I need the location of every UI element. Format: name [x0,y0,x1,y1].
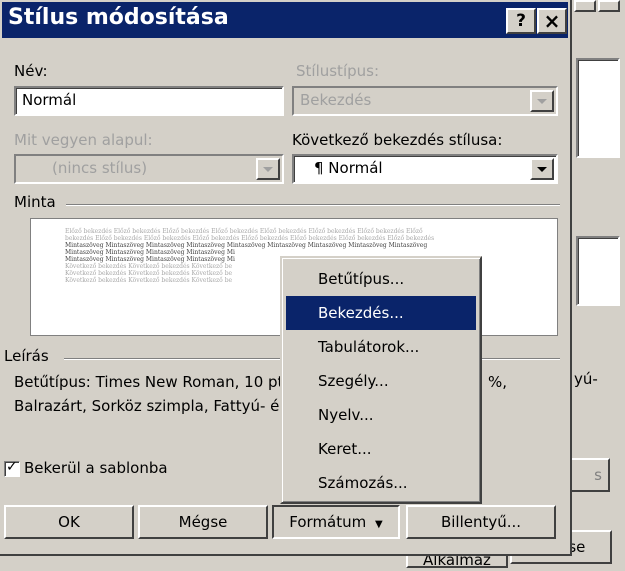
format-label: Formátum [289,513,367,531]
description-line-2: Balrazárt, Sorköz szimpla, Fattyú- é [14,397,280,415]
bg-list-2 [576,236,620,306]
preview-group-line [66,204,560,206]
menu-item-border-label: Szegély... [318,372,389,390]
name-label: Név: [14,62,48,80]
ok-button[interactable]: OK [4,505,134,539]
bg-titlebar-button [574,0,596,12]
check-icon: ✓ [6,459,18,475]
based-on-label: Mit vegyen alapul: [14,131,153,149]
style-type-value: Bekezdés [300,91,372,109]
bg-button-s: s [570,458,610,492]
close-icon: × [543,9,561,33]
next-style-select[interactable]: ¶ Normál [292,154,558,184]
add-to-template-label[interactable]: Bekerül a sablonba [24,459,168,477]
menu-item-language[interactable]: Nyelv... [286,398,476,432]
chevron-down-icon [263,167,273,172]
ok-label: OK [58,513,80,531]
format-menu: Betűtípus... Bekezdés... Tabulátorok... … [280,256,482,504]
name-label-text: Név: [14,62,48,80]
bg-titlebar-close [598,0,620,12]
menu-item-font-label: Betűtípus... [318,270,405,288]
style-type-label: Stílustípus: [296,62,380,80]
chevron-down-icon [537,99,547,104]
shortcut-key-button[interactable]: Billentyű... [406,505,556,539]
bg-button-s-label: s [594,466,602,484]
menu-item-tabs-label: Tabulátorok... [318,338,420,356]
preview-group-label: Minta [14,193,56,211]
help-button[interactable]: ? [506,8,536,34]
based-on-dropdown-button [256,158,280,180]
caret-down-icon: ▼ [375,519,383,530]
based-on-value: (nincs stílus) [52,159,148,177]
style-type-dropdown-button [530,90,554,112]
next-style-dropdown-button[interactable] [530,158,554,180]
menu-item-numbering[interactable]: Számozás... [286,466,476,500]
cancel-label: Mégse [178,513,228,531]
style-type-select: Bekezdés [292,86,558,116]
dialog-title: Stílus módosítása [8,5,229,30]
preview-line: Következő bekezdés Következő bekezdés Kö… [65,277,233,284]
menu-item-numbering-label: Számozás... [318,474,408,492]
format-button[interactable]: Formátum ▼ [272,505,400,539]
title-bar[interactable]: Stílus módosítása ? × [2,2,568,38]
menu-item-frame-label: Keret... [318,440,372,458]
chevron-down-icon [537,167,547,172]
menu-item-tabs[interactable]: Tabulátorok... [286,330,476,364]
shortcut-key-label: Billentyű... [440,513,522,531]
menu-item-border[interactable]: Szegély... [286,364,476,398]
add-to-template-checkbox[interactable]: ✓ [4,459,20,477]
menu-item-paragraph[interactable]: Bekezdés... [286,296,476,330]
name-input-value: Normál [22,91,77,109]
menu-item-font[interactable]: Betűtípus... [286,262,476,296]
description-line-1: Betűtípus: Times New Roman, 10 pt [14,373,284,391]
close-button[interactable]: × [537,8,567,34]
next-style-label: Következő bekezdés stílusa: [292,131,503,149]
bg-list-1 [576,58,620,158]
bg-text-fragment: yú- [574,370,598,388]
background-window: yú- s [570,0,625,571]
cancel-button[interactable]: Mégse [138,505,268,539]
help-icon: ? [516,11,526,31]
menu-item-paragraph-label: Bekezdés... [318,304,404,322]
description-line-1-tail: %, [488,373,508,391]
based-on-select: (nincs stílus) [14,154,284,184]
next-style-value: ¶ Normál [314,159,383,177]
description-group-label: Leírás [4,347,49,365]
name-input[interactable]: Normál [14,86,284,116]
menu-item-frame[interactable]: Keret... [286,432,476,466]
menu-item-language-label: Nyelv... [318,406,374,424]
